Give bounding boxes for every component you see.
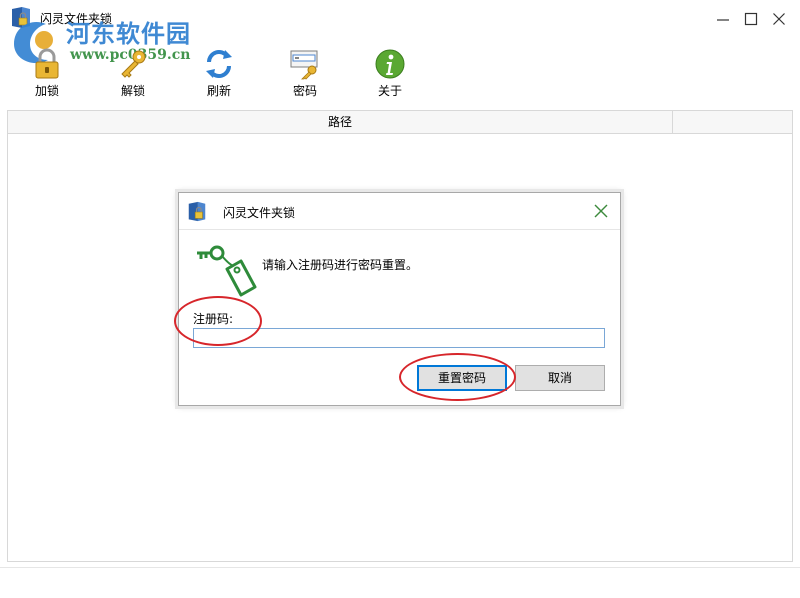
minimize-button[interactable] xyxy=(712,8,734,30)
key-tag-icon xyxy=(197,245,257,297)
table-header: 路径 xyxy=(7,110,793,134)
toolbar-lock-button[interactable]: 加锁 xyxy=(17,48,77,98)
maximize-button[interactable] xyxy=(740,8,762,30)
toolbar-unlock-button[interactable]: 解锁 xyxy=(103,48,163,98)
dialog-close-icon[interactable] xyxy=(593,203,609,219)
key-icon xyxy=(121,50,146,78)
watermark-site-name: 河东软件园 xyxy=(66,19,191,48)
info-icon xyxy=(375,49,405,79)
toolbar-refresh-button[interactable]: 刷新 xyxy=(189,48,249,98)
cancel-button[interactable]: 取消 xyxy=(515,365,605,391)
close-icon xyxy=(773,13,785,25)
app-icon xyxy=(188,201,206,222)
toolbar-about-label: 关于 xyxy=(377,84,402,98)
highlight-circle-reg-label xyxy=(174,296,262,346)
column-header-path[interactable]: 路径 xyxy=(8,111,673,133)
toolbar-refresh-label: 刷新 xyxy=(206,84,231,98)
lock-icon xyxy=(35,48,59,79)
toolbar-lock-label: 加锁 xyxy=(34,84,59,98)
password-icon xyxy=(290,50,318,80)
refresh-icon xyxy=(206,50,232,78)
toolbar-about-button[interactable]: 关于 xyxy=(360,48,420,98)
minimize-icon xyxy=(717,19,729,21)
highlight-circle-reset-button xyxy=(399,353,516,401)
dialog-title: 闪灵文件夹锁 xyxy=(223,206,296,220)
toolbar-password-label: 密码 xyxy=(292,84,317,98)
dialog-title-bar[interactable]: 闪灵文件夹锁 xyxy=(179,193,620,230)
toolbar-password-button[interactable]: 密码 xyxy=(275,48,335,98)
main-window: 闪灵文件夹锁 河东软件园 www.pc0359.cn 加锁 解锁 刷新 密码 关… xyxy=(0,0,800,598)
dialog-message: 请输入注册码进行密码重置。 xyxy=(262,258,419,272)
toolbar-unlock-label: 解锁 xyxy=(120,84,145,98)
close-button[interactable] xyxy=(768,8,790,30)
status-bar xyxy=(0,567,800,598)
maximize-icon xyxy=(744,12,758,26)
